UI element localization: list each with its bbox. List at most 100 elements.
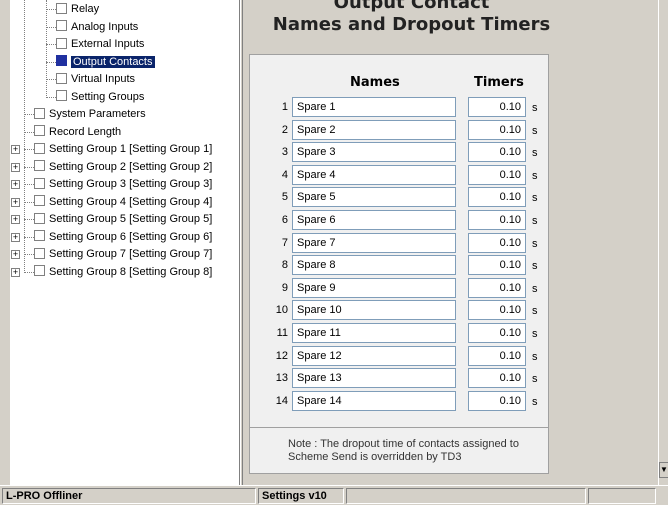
dropout-timer-field[interactable]: 0.10: [468, 300, 526, 321]
tree-node-icon: [34, 160, 45, 172]
tree-item-label: Setting Groups: [71, 90, 145, 103]
row-number: 11: [276, 327, 288, 339]
contact-name-field[interactable]: Spare 6: [292, 210, 456, 230]
expand-plus-icon[interactable]: +: [11, 232, 20, 242]
tree-item-label: Record Length: [49, 125, 122, 138]
contact-name-field[interactable]: Spare 14: [292, 390, 456, 411]
expand-plus-icon[interactable]: +: [11, 215, 20, 224]
expand-plus-icon[interactable]: +: [11, 145, 20, 154]
contact-name-field[interactable]: Spare 1: [292, 97, 456, 117]
tree-item-setting-group-4-setting-group-4[interactable]: Setting Group 4 [Setting Group 4]: [34, 194, 212, 211]
tree-item-label: Setting Group 3 [Setting Group 3]: [49, 178, 213, 191]
contact-name-field[interactable]: Spare 5: [292, 187, 456, 208]
tree-item-setting-groups[interactable]: Setting Groups: [56, 89, 144, 106]
output-contacts-form: Names Timers 1 Spare 1 0.10 s 2 Spare 2 0.10 s 3…: [249, 54, 549, 474]
row-number: 14: [275, 394, 288, 407]
contact-name-field[interactable]: Spare 7: [292, 232, 456, 253]
row-number: 4: [281, 168, 288, 181]
tree-item-label: Virtual Inputs: [71, 73, 136, 86]
expand-plus-icon[interactable]: +: [11, 267, 20, 277]
tree-item-setting-group-8-setting-group-8[interactable]: Setting Group 8 [Setting Group 8]: [34, 264, 212, 281]
contact-name-field[interactable]: Spare 10: [292, 300, 456, 321]
tree-item-setting-group-1-setting-group-1[interactable]: Setting Group 1 [Setting Group 1]: [34, 141, 212, 158]
timer-unit-label: s: [532, 260, 538, 273]
tree-item-system-parameters[interactable]: System Parameters: [34, 106, 146, 123]
title-line-1: Output Contact: [333, 0, 490, 13]
tree-item-label: Setting Group 8 [Setting Group 8]: [49, 265, 213, 278]
dropout-timer-field[interactable]: 0.10: [468, 97, 526, 117]
status-app-name: L-PRO Offliner: [2, 488, 256, 504]
tree-item-analog-inputs[interactable]: Analog Inputs: [56, 19, 138, 36]
tree-item-setting-group-7-setting-group-7[interactable]: Setting Group 7 [Setting Group 7]: [34, 246, 212, 263]
tree-item-label: Setting Group 2 [Setting Group 2]: [49, 160, 213, 173]
title-line-2: Names and Dropout Timers: [272, 14, 551, 35]
tree-item-label: Setting Group 4 [Setting Group 4]: [49, 195, 213, 208]
tree-item-relay[interactable]: Relay: [56, 1, 99, 18]
tree-item-setting-group-2-setting-group-2[interactable]: Setting Group 2 [Setting Group 2]: [34, 159, 212, 176]
timer-unit-label: s: [532, 350, 538, 363]
timer-unit-label: s: [532, 395, 538, 408]
dropout-timer-field[interactable]: 0.10: [468, 345, 526, 366]
row-number: 13: [275, 372, 288, 385]
dropout-timer-field[interactable]: 0.10: [468, 368, 526, 389]
dropout-timer-field[interactable]: 0.10: [468, 232, 526, 253]
tree-node-icon: [56, 37, 67, 49]
tree-item-record-length[interactable]: Record Length: [34, 124, 121, 141]
tree-item-label: Setting Group 7 [Setting Group 7]: [49, 248, 213, 261]
dropout-timer-field[interactable]: 0.10: [468, 164, 526, 185]
tree-item-external-inputs[interactable]: External Inputs: [56, 36, 144, 53]
settings-tree[interactable]: Relay Analog Inputs External Inputs Output …: [10, 0, 240, 485]
row-number: 8: [281, 259, 288, 272]
row-number: 12: [275, 349, 288, 362]
row-number: 3: [281, 146, 288, 159]
contact-name-field[interactable]: Spare 12: [292, 345, 456, 366]
tree-node-icon: [34, 142, 45, 154]
timer-unit-label: s: [532, 192, 538, 205]
expand-plus-icon[interactable]: +: [11, 162, 20, 172]
status-empty-pane-2: [588, 488, 656, 504]
tree-node-icon: [34, 195, 45, 207]
dropout-timer-field[interactable]: 0.10: [468, 119, 526, 140]
tree-item-setting-group-6-setting-group-6[interactable]: Setting Group 6 [Setting Group 6]: [34, 229, 212, 246]
contact-name-field[interactable]: Spare 11: [292, 323, 456, 343]
page-title: Output Contact Names and Dropout Timers: [243, 0, 580, 36]
row-number: 7: [281, 236, 288, 249]
dropout-timer-field[interactable]: 0.10: [468, 187, 526, 208]
tree-node-icon: [34, 125, 45, 137]
row-number: 5: [281, 191, 288, 204]
vertical-scrollbar[interactable]: ▼: [658, 0, 668, 485]
dropout-timer-field[interactable]: 0.10: [468, 255, 526, 276]
expand-plus-icon[interactable]: +: [11, 180, 20, 189]
contact-name-field[interactable]: Spare 2: [292, 119, 456, 140]
tree-node-icon: [34, 177, 45, 189]
contact-name-field[interactable]: Spare 4: [292, 164, 456, 185]
contact-name-field[interactable]: Spare 8: [292, 255, 456, 276]
expand-plus-icon[interactable]: +: [11, 197, 20, 207]
tree-node-icon: [56, 72, 67, 84]
timer-unit-label: s: [532, 215, 538, 227]
dropout-timer-field[interactable]: 0.10: [468, 390, 526, 411]
timer-unit-label: s: [532, 147, 538, 160]
expand-plus-icon[interactable]: +: [11, 250, 20, 259]
scroll-down-icon[interactable]: ▼: [659, 462, 668, 478]
contact-name-field[interactable]: Spare 9: [292, 277, 456, 298]
timer-unit-label: s: [532, 373, 538, 386]
dropout-timer-field[interactable]: 0.10: [468, 210, 526, 230]
tree-item-virtual-inputs[interactable]: Virtual Inputs: [56, 71, 135, 88]
tree-item-output-contacts[interactable]: Output Contacts: [56, 54, 155, 71]
tree-item-label: Analog Inputs: [71, 20, 139, 33]
dropout-timer-field[interactable]: 0.10: [468, 142, 526, 163]
names-column-header: Names: [350, 75, 400, 90]
tree-item-setting-group-3-setting-group-3[interactable]: Setting Group 3 [Setting Group 3]: [34, 176, 212, 193]
tree-item-label: External Inputs: [71, 38, 145, 51]
tree-item-setting-group-5-setting-group-5[interactable]: Setting Group 5 [Setting Group 5]: [34, 211, 212, 228]
contact-name-field[interactable]: Spare 3: [292, 142, 456, 163]
timer-unit-label: s: [532, 169, 538, 182]
dropout-timer-field[interactable]: 0.10: [468, 277, 526, 298]
tree-node-icon: [34, 230, 45, 242]
timers-column-header: Timers: [474, 75, 524, 90]
dropout-timer-field[interactable]: 0.10: [468, 323, 526, 343]
contact-name-field[interactable]: Spare 13: [292, 368, 456, 389]
row-number: 9: [281, 281, 288, 294]
tree-node-icon: [56, 90, 67, 102]
